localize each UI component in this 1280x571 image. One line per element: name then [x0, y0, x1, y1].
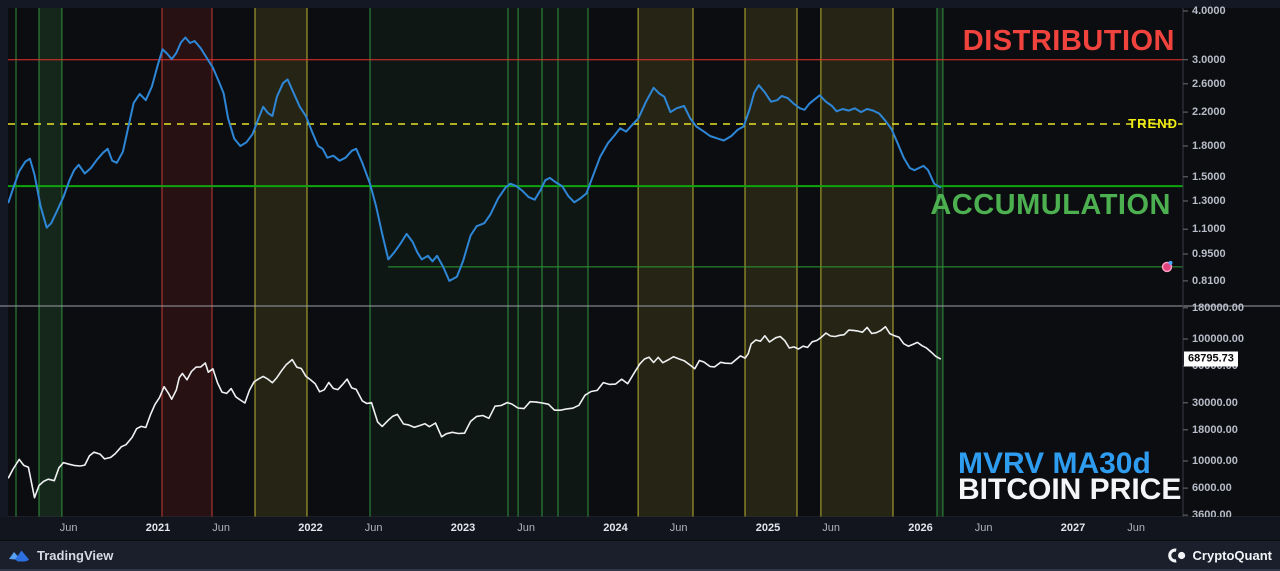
y-tick-label: 2.6000 — [1192, 78, 1226, 90]
x-tick-label: 2023 — [451, 522, 475, 534]
cryptoquant-wordmark: CryptoQuant — [1193, 548, 1272, 563]
chart-page: TREND DISTRIBUTION ACCUMULATION MVRV MA3… — [0, 0, 1280, 571]
footer-bar: TradingView CryptoQuant — [0, 540, 1280, 571]
last-price-label: 68795.73 — [1184, 351, 1238, 366]
tradingview-logo[interactable]: TradingView — [8, 541, 113, 570]
y-tick-label: 18000.00 — [1192, 424, 1238, 436]
tradingview-wordmark: TradingView — [37, 548, 113, 563]
cryptoquant-logo[interactable]: CryptoQuant — [1166, 541, 1272, 570]
y-tick-label: 180000.00 — [1192, 302, 1244, 314]
y-tick-label: 10000.00 — [1192, 455, 1238, 467]
time-axis[interactable]: Jun 2021 Jun 2022 Jun 2023 Jun 2024 Jun 2025 Jun 20… — [0, 517, 1280, 540]
y-tick-label: 1.3000 — [1192, 195, 1226, 207]
y-tick-label: 3.0000 — [1192, 54, 1226, 66]
x-tick-label: 2022 — [298, 522, 322, 534]
x-tick-label: 2026 — [908, 522, 932, 534]
y-tick-label: 100000.00 — [1192, 333, 1244, 345]
x-tick-label: 2021 — [146, 522, 170, 534]
y-tick-label: 0.8100 — [1192, 275, 1226, 287]
y-tick-label: 1.1000 — [1192, 223, 1226, 235]
cryptoquant-icon — [1166, 548, 1186, 563]
x-tick-label: Jun — [517, 522, 535, 534]
y-tick-label: 0.9500 — [1192, 248, 1226, 260]
x-tick-label: 2027 — [1061, 522, 1085, 534]
distribution-zone-label: DISTRIBUTION — [963, 25, 1175, 58]
y-tick-label: 2.2000 — [1192, 106, 1226, 118]
trend-zone-label: TREND — [1128, 116, 1178, 131]
y-tick-label: 30000.00 — [1192, 397, 1238, 409]
x-tick-label: 2025 — [756, 522, 780, 534]
x-tick-label: Jun — [670, 522, 688, 534]
x-tick-label: Jun — [975, 522, 993, 534]
x-tick-label: 2024 — [603, 522, 627, 534]
x-tick-label: Jun — [212, 522, 230, 534]
price-axis[interactable]: 68795.73 4.0000 3.0000 2.6000 2.2000 1.8000 1… — [1183, 8, 1280, 517]
x-tick-label: Jun — [822, 522, 840, 534]
x-tick-label: Jun — [1127, 522, 1145, 534]
x-tick-label: Jun — [365, 522, 383, 534]
tradingview-icon — [8, 548, 30, 563]
plot-background — [8, 8, 1280, 517]
y-tick-label: 4.0000 — [1192, 5, 1226, 17]
y-tick-label: 1.8000 — [1192, 140, 1226, 152]
legend-bitcoin-price-label: BITCOIN PRICE — [958, 473, 1181, 507]
accumulation-zone-label: ACCUMULATION — [930, 189, 1171, 222]
y-tick-label: 1.5000 — [1192, 171, 1226, 183]
y-tick-label: 6000.00 — [1192, 482, 1232, 494]
x-tick-label: Jun — [60, 522, 78, 534]
